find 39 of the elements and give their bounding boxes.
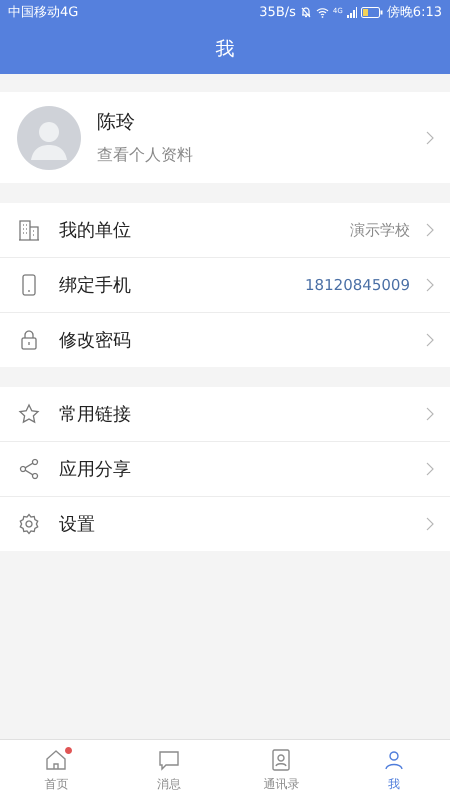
menu-item-value: 演示学校 (350, 220, 410, 240)
chevron-right-icon (426, 517, 434, 531)
gear-icon (18, 513, 40, 535)
profile-link-label: 查看个人资料 (97, 145, 194, 166)
building-icon (18, 219, 40, 241)
menu-item[interactable]: 设置 (0, 497, 450, 551)
chevron-right-icon (426, 223, 434, 237)
menu-item-label: 修改密码 (59, 329, 132, 352)
menu-item[interactable]: 绑定手机 18120845009 (0, 258, 450, 313)
chevron-right-icon (426, 462, 434, 476)
avatar-icon (17, 106, 81, 170)
page-title: 我 (216, 37, 234, 62)
menu-item-value: 18120845009 (305, 276, 410, 294)
chevron-right-icon (426, 333, 434, 347)
menu-item-label: 常用链接 (59, 403, 132, 426)
signal-icon (346, 6, 357, 18)
wifi-icon (316, 6, 329, 18)
carrier-label: 中国移动4G (8, 4, 78, 21)
mute-icon (300, 6, 312, 18)
tab-bar-item[interactable]: 我 (338, 740, 450, 800)
menu-item-label: 我的单位 (59, 219, 132, 242)
menu-item-label: 应用分享 (59, 458, 132, 481)
chevron-right-icon (426, 407, 434, 421)
chevron-right-icon (426, 278, 434, 292)
home-icon (44, 748, 68, 772)
menu-item[interactable]: 我的单位 演示学校 (0, 203, 450, 258)
user-name: 陈玲 (97, 110, 136, 135)
clock-time: 傍晚6:13 (386, 4, 442, 21)
share-icon (18, 458, 40, 480)
star-icon (18, 403, 40, 425)
network-speed: 35B/s (259, 4, 296, 20)
menu-item[interactable]: 修改密码 (0, 313, 450, 367)
chevron-right-icon (426, 130, 434, 144)
menu-item-label: 设置 (59, 513, 96, 536)
battery-icon (360, 6, 383, 18)
menu-item[interactable]: 应用分享 (0, 442, 450, 497)
profile-row[interactable]: 陈玲 查看个人资料 (0, 92, 450, 183)
menu-item[interactable]: 常用链接 (0, 387, 450, 442)
menu-item-label: 绑定手机 (59, 274, 132, 297)
